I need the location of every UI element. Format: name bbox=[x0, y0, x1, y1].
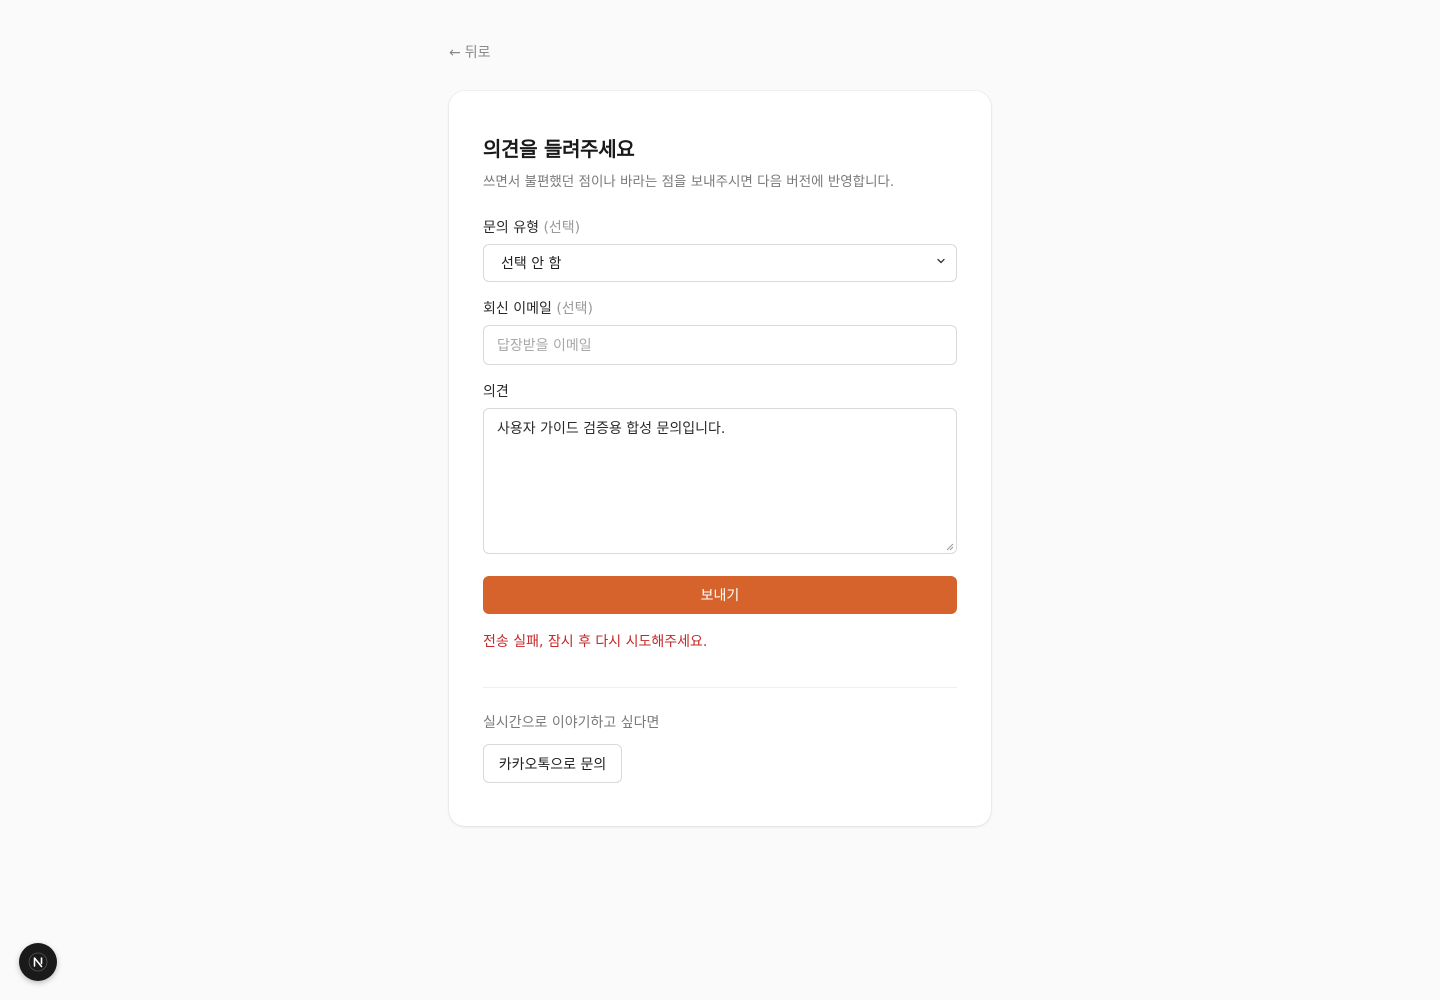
page-title: 의견을 들려주세요 bbox=[483, 137, 635, 161]
email-label-text: 회신 이메일 bbox=[483, 301, 552, 317]
inquiry-type-optional: (선택) bbox=[543, 220, 581, 236]
arrow-left-icon: ← bbox=[449, 45, 461, 61]
nextjs-dev-badge[interactable] bbox=[19, 943, 57, 981]
section-divider bbox=[483, 687, 957, 688]
inquiry-type-select[interactable]: 선택 안 함 bbox=[483, 244, 957, 282]
inquiry-type-label: 문의 유형 (선택) bbox=[483, 218, 580, 238]
realtime-prompt: 실시간으로 이야기하고 싶다면 bbox=[483, 715, 660, 731]
back-link[interactable]: ← 뒤로 bbox=[449, 43, 491, 63]
kakao-inquiry-button[interactable]: 카카오톡으로 문의 bbox=[483, 744, 622, 783]
error-message: 전송 실패, 잠시 후 다시 시도해주세요. bbox=[483, 634, 708, 650]
email-field[interactable]: 답장받을 이메일 bbox=[483, 325, 957, 365]
resize-grip-icon[interactable] bbox=[946, 543, 954, 551]
inquiry-type-label-text: 문의 유형 bbox=[483, 220, 539, 236]
email-placeholder: 답장받을 이메일 bbox=[497, 338, 592, 354]
inquiry-type-selected-value: 선택 안 함 bbox=[501, 256, 562, 272]
feedback-page: ← 뒤로 의견을 들려주세요 쓰면서 불편했던 점이나 바라는 점을 보내주시면… bbox=[0, 0, 1440, 1000]
submit-button[interactable]: 보내기 bbox=[483, 576, 957, 614]
back-link-label: 뒤로 bbox=[464, 45, 491, 61]
page-subtitle: 쓰면서 불편했던 점이나 바라는 점을 보내주시면 다음 버전에 반영합니다. bbox=[483, 174, 895, 190]
email-optional: (선택) bbox=[556, 301, 593, 317]
opinion-textarea[interactable]: 사용자 가이드 검증용 합성 문의입니다. bbox=[483, 408, 957, 554]
feedback-card: 의견을 들려주세요 쓰면서 불편했던 점이나 바라는 점을 보내주시면 다음 버… bbox=[449, 91, 991, 826]
nextjs-logo-icon bbox=[28, 952, 48, 972]
email-label: 회신 이메일 (선택) bbox=[483, 299, 593, 319]
opinion-label-text: 의견 bbox=[483, 384, 509, 400]
opinion-value: 사용자 가이드 검증용 합성 문의입니다. bbox=[497, 421, 726, 437]
chevron-down-icon bbox=[937, 258, 945, 264]
opinion-label: 의견 bbox=[483, 382, 509, 402]
